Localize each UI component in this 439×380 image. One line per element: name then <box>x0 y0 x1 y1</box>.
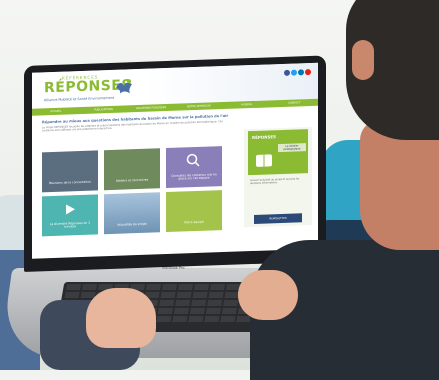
play-icon <box>66 204 75 215</box>
tile-reunions[interactable]: Réunions de la concertation <box>42 150 98 193</box>
tile-video[interactable]: La diversité Réponses en 2 minutes <box>42 194 98 237</box>
nav-item-agenda[interactable]: AGENDA <box>223 100 271 109</box>
promo-subtitle: Le dossier pédagogique <box>278 143 306 153</box>
nav-item-accueil[interactable]: ACCUEIL <box>32 107 80 116</box>
twitter-icon[interactable] <box>291 69 297 76</box>
nav-item-approche[interactable]: NOTRE APPROCHE <box>175 102 223 111</box>
newsletter-button[interactable]: NEWSLETTER <box>254 213 302 224</box>
youtube-icon[interactable] <box>305 68 311 76</box>
promo-banner[interactable]: RÉPONSES Le dossier pédagogique <box>248 129 308 176</box>
search-icon <box>186 153 200 167</box>
promo-title: RÉPONSES <box>252 134 276 141</box>
left-hand <box>86 288 156 348</box>
logo-mark-icon <box>116 79 132 94</box>
tile-ateliers[interactable]: Ateliers et rencontres <box>104 148 160 191</box>
nav-item-publications[interactable]: PUBLICATIONS <box>80 105 128 114</box>
facebook-icon[interactable] <box>284 69 290 76</box>
tile-equipe[interactable]: Notre équipe <box>166 190 222 233</box>
linkedin-icon[interactable] <box>298 69 304 76</box>
tile-consultez[interactable]: Consultez les contenus mis en place sur … <box>166 146 222 189</box>
laptop-screen: RÉFÉRENCES RÉPONSES Alliance Mobilité et… <box>32 62 318 259</box>
tile-caption: La diversité Réponses en 2 minutes <box>49 220 91 230</box>
ear <box>352 40 374 80</box>
right-hand <box>238 270 298 320</box>
tile-caption: Réunions de la concertation <box>49 180 91 186</box>
tile-caption: Consultez les contenus mis en place sur … <box>171 172 217 182</box>
tile-caption: Notre équipe <box>184 220 204 225</box>
book-icon <box>256 154 272 167</box>
tile-caption: Actualités du projet <box>117 222 147 228</box>
nav-item-relations[interactable]: RELATIONS PUBLIQUES <box>127 104 175 113</box>
logo-subtitle: Alliance Mobilité et Santé Environnement <box>44 95 115 103</box>
tile-actualites[interactable]: Actualités du projet <box>104 192 160 235</box>
tile-caption: Ateliers et rencontres <box>115 178 149 184</box>
nav-item-contact[interactable]: CONTACT <box>270 99 318 108</box>
laptop-lid: RÉFÉRENCES RÉPONSES Alliance Mobilité et… <box>24 55 326 273</box>
